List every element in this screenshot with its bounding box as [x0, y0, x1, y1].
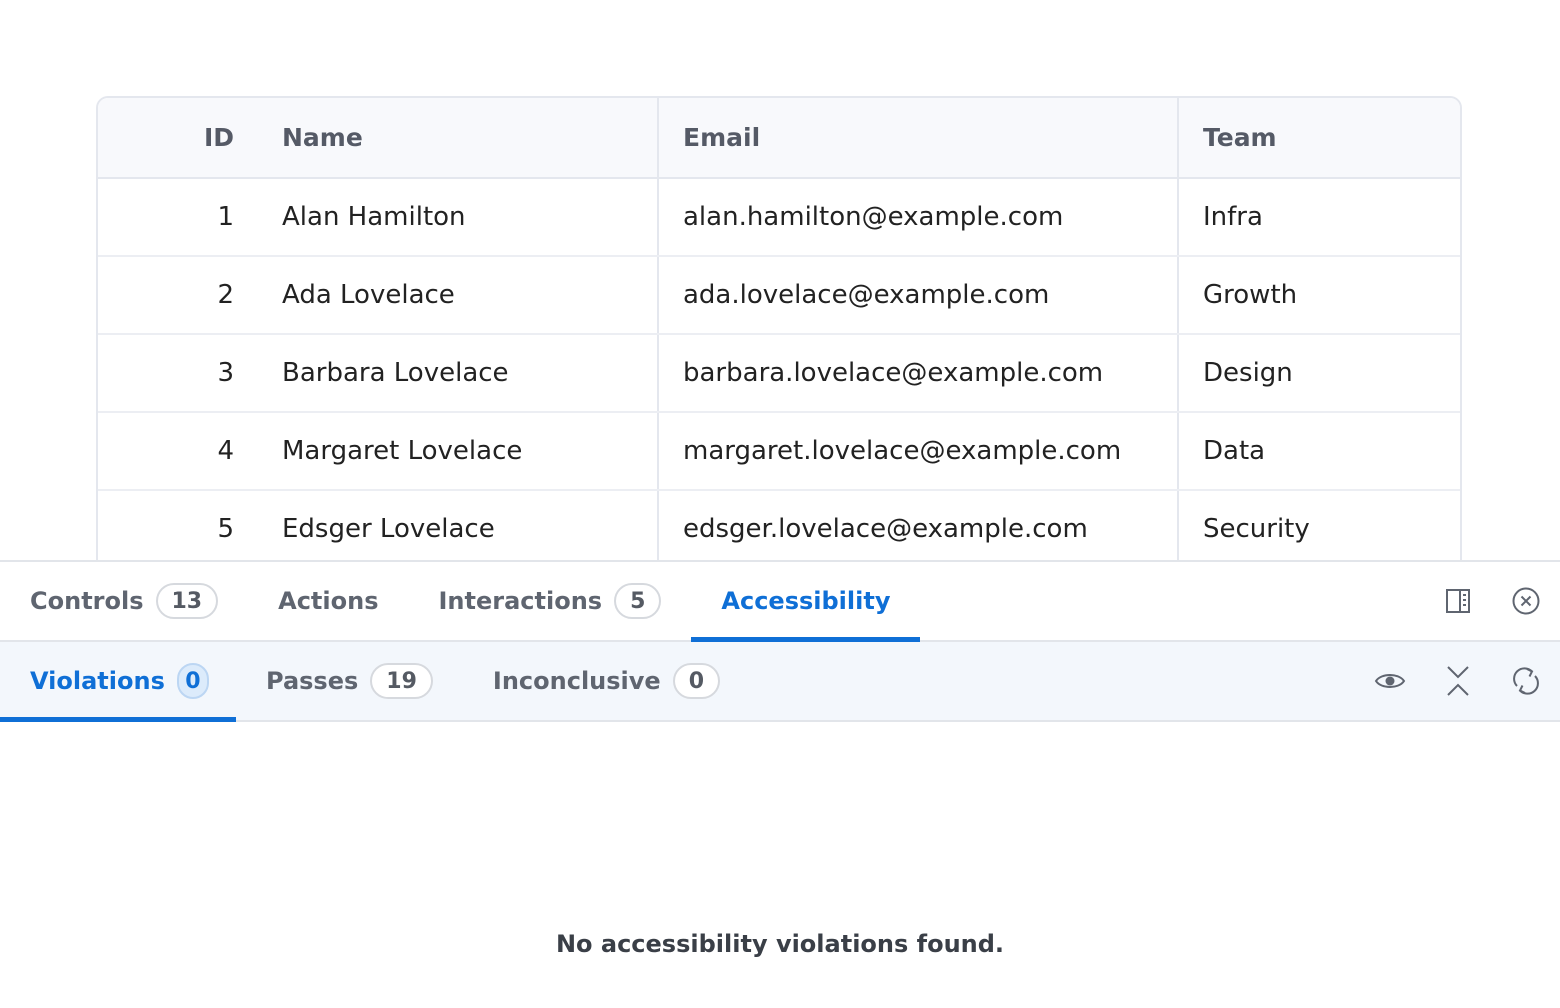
cell-team: Infra [1177, 178, 1460, 257]
column-header-id: ID [98, 98, 258, 179]
rerun-tests-button[interactable] [1492, 647, 1560, 715]
addons-panel: Controls 13 Actions Interactions 5 Acces… [0, 560, 1560, 1008]
cell-name: Barbara Lovelace [258, 334, 658, 413]
eye-icon [1374, 674, 1406, 688]
table-row: 3 Barbara Lovelace barbara.lovelace@exam… [98, 334, 1460, 413]
cell-email: ada.lovelace@example.com [657, 256, 1178, 335]
count-badge: 0 [672, 663, 721, 699]
cell-id: 2 [98, 256, 258, 335]
cell-name: Alan Hamilton [258, 178, 658, 257]
column-header-team: Team [1177, 98, 1460, 179]
tab-actions[interactable]: Actions [248, 562, 408, 640]
accessibility-subtabbar: Violations 0 Passes 19 Inconclusive 0 [0, 642, 1560, 722]
users-table: ID Name Email Team 1 Alan Hamilton alan.… [98, 98, 1460, 560]
tab-label: Actions [278, 587, 379, 615]
subtab-label: Passes [266, 667, 359, 695]
cell-id: 3 [98, 334, 258, 413]
toggle-panel-orientation-button[interactable] [1424, 567, 1492, 635]
cell-team: Design [1177, 334, 1460, 413]
accessibility-toolbar [1356, 642, 1560, 720]
addons-tabbar: Controls 13 Actions Interactions 5 Acces… [0, 562, 1560, 642]
close-circle-icon [1512, 587, 1540, 615]
collapse-icon [1447, 666, 1469, 696]
tab-label: Accessibility [721, 587, 891, 615]
table-row: 5 Edsger Lovelace edsger.lovelace@exampl… [98, 490, 1460, 560]
cell-email: margaret.lovelace@example.com [657, 412, 1178, 491]
cell-name: Margaret Lovelace [258, 412, 658, 491]
cell-team: Security [1177, 490, 1460, 560]
tab-interactions[interactable]: Interactions 5 [408, 562, 691, 640]
subtab-label: Violations [30, 667, 165, 695]
highlight-results-button[interactable] [1356, 647, 1424, 715]
count-badge: 19 [370, 663, 433, 699]
cell-email: alan.hamilton@example.com [657, 178, 1178, 257]
column-header-name: Name [258, 98, 658, 179]
collapse-all-button[interactable] [1424, 647, 1492, 715]
subtab-passes[interactable]: Passes 19 [236, 642, 463, 720]
empty-state-message: No accessibility violations found. [555, 930, 1005, 958]
tab-controls[interactable]: Controls 13 [0, 562, 248, 640]
cell-name: Edsger Lovelace [258, 490, 658, 560]
count-badge: 0 [176, 663, 209, 699]
subtab-label: Inconclusive [492, 667, 661, 695]
tab-label: Controls [30, 587, 144, 615]
count-badge: 5 [614, 583, 662, 619]
cell-email: edsger.lovelace@example.com [657, 490, 1178, 560]
tab-accessibility[interactable]: Accessibility [691, 562, 921, 642]
panel-toolbar [1424, 562, 1560, 640]
cell-team: Data [1177, 412, 1460, 491]
cell-id: 1 [98, 178, 258, 257]
table-row: 1 Alan Hamilton alan.hamilton@example.co… [98, 178, 1460, 257]
cell-email: barbara.lovelace@example.com [657, 334, 1178, 413]
count-badge: 13 [155, 583, 219, 619]
rerun-icon [1513, 667, 1539, 695]
story-canvas: ID Name Email Team 1 Alan Hamilton alan.… [0, 0, 1560, 560]
users-table-container: ID Name Email Team 1 Alan Hamilton alan.… [96, 96, 1462, 560]
sidebar-layout-icon [1446, 589, 1470, 613]
subtab-inconclusive[interactable]: Inconclusive 0 [463, 642, 750, 720]
cell-id: 4 [98, 412, 258, 491]
close-panel-button[interactable] [1492, 567, 1560, 635]
subtab-violations[interactable]: Violations 0 [0, 642, 236, 722]
table-row: 4 Margaret Lovelace margaret.lovelace@ex… [98, 412, 1460, 491]
tab-label: Interactions [438, 587, 603, 615]
cell-id: 5 [98, 490, 258, 560]
cell-team: Growth [1177, 256, 1460, 335]
table-row: 2 Ada Lovelace ada.lovelace@example.com … [98, 256, 1460, 335]
cell-name: Ada Lovelace [258, 256, 658, 335]
column-header-email: Email [657, 98, 1178, 179]
table-header-row: ID Name Email Team [98, 98, 1460, 179]
